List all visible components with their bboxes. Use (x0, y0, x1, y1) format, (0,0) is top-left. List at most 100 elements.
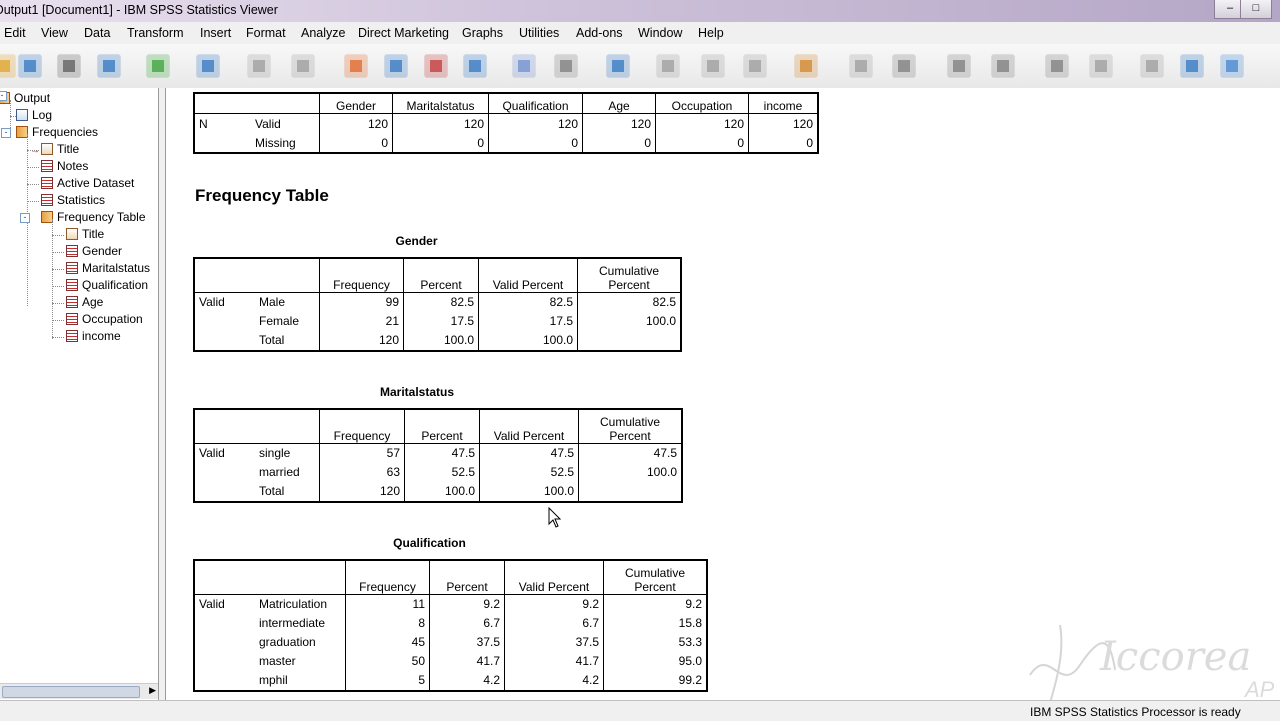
outline-item-gender[interactable]: Gender (66, 244, 122, 258)
insert-title-icon[interactable] (739, 50, 771, 82)
designate-window-icon[interactable] (845, 50, 877, 82)
undo-icon[interactable] (243, 50, 275, 82)
outline-item-age[interactable]: Age (66, 295, 103, 309)
hide-icon[interactable] (1136, 50, 1168, 82)
outline-item-qualification[interactable]: Qualification (66, 278, 148, 292)
outline-item-occupation[interactable]: Occupation (66, 312, 143, 326)
previous-icon[interactable] (888, 50, 920, 82)
frequency-table-heading: Frequency Table (195, 186, 329, 205)
value-labels-icon[interactable] (550, 50, 582, 82)
cell-value: 100.0 (403, 330, 479, 351)
outline-item-output[interactable]: Output (0, 91, 50, 105)
scroll-right-icon[interactable]: ▶ (149, 685, 156, 696)
table-row: N Valid 120 120 120 120 120 120 (194, 113, 818, 133)
col-header-cumulative-percent: Cumulative Percent (603, 560, 707, 595)
stats-col-header: Gender (319, 93, 393, 114)
cum-line2: Percent (608, 277, 650, 292)
outline-item-frequencies[interactable]: Frequencies (16, 125, 98, 139)
outline-item-income[interactable]: income (66, 329, 121, 343)
outline-item-log[interactable]: Log (16, 108, 52, 122)
show-all-variables-icon[interactable] (652, 50, 684, 82)
cell-value: 9.2 (603, 594, 707, 614)
export-icon[interactable] (142, 50, 174, 82)
insert-text-icon[interactable] (790, 50, 822, 82)
outline-item-active-dataset[interactable]: Active Dataset (41, 176, 134, 190)
menu-transform[interactable]: Transform (127, 26, 184, 40)
frequency-table-gender: Frequency Percent Valid Percent Cumulative P… (193, 257, 682, 352)
frequency-table-maritalstatus: Frequency Percent Valid Percent Cumulative P… (193, 408, 683, 503)
insert-cases-icon[interactable] (420, 50, 452, 82)
outline-scrollbar[interactable]: ▶ (0, 683, 158, 699)
outline-item-maritalstatus[interactable]: Maritalstatus (66, 261, 150, 275)
stats-col-header: Occupation (655, 93, 749, 114)
outline-item-statistics[interactable]: Statistics (41, 193, 105, 207)
cell-value: 57 (319, 443, 405, 463)
goto-variable-icon[interactable] (380, 50, 412, 82)
print-icon[interactable] (53, 50, 85, 82)
menu-data[interactable]: Data (84, 26, 110, 40)
outline-item-label: Frequencies (32, 125, 99, 139)
collapse-node-icon[interactable]: - (0, 91, 7, 101)
cell-value: 0 (488, 133, 583, 153)
cell-value (578, 481, 682, 502)
cell-value: 8 (345, 613, 430, 633)
cell-value: 63 (319, 462, 405, 482)
row-label: Total (259, 333, 285, 347)
print-preview-icon[interactable] (93, 50, 125, 82)
outline-item-label: Gender (82, 244, 123, 258)
menu-window[interactable]: Window (638, 26, 682, 40)
menu-direct-marketing[interactable]: Direct Marketing (358, 26, 449, 40)
menu-analyze[interactable]: Analyze (301, 26, 345, 40)
outline-item-title[interactable]: Title (41, 142, 79, 156)
recall-dialog-icon[interactable] (192, 50, 224, 82)
collapse-icon[interactable] (1041, 50, 1073, 82)
cell-value: 41.7 (504, 651, 604, 671)
pane-splitter[interactable] (159, 88, 166, 700)
menu-format[interactable]: Format (246, 26, 286, 40)
menu-help[interactable]: Help (698, 26, 724, 40)
row-label: master (259, 654, 296, 668)
collapse-node-icon[interactable]: - (20, 213, 30, 223)
outline-item-notes[interactable]: Notes (41, 159, 88, 173)
cell-value: 100.0 (577, 311, 681, 331)
menu-add-ons[interactable]: Add-ons (576, 26, 623, 40)
redo-icon[interactable] (287, 50, 319, 82)
table-row: master 50 41.7 41.7 95.0 (194, 651, 707, 671)
outline-item-label: Qualification (82, 278, 149, 292)
statistics-table: Gender Maritalstatus Qualification Age Occup… (193, 92, 819, 154)
scroll-thumb[interactable] (2, 686, 140, 698)
table-row: Valid Male 99 82.5 82.5 82.5 (194, 292, 681, 312)
cell-value: 120 (655, 113, 749, 133)
menu-graphs[interactable]: Graphs (462, 26, 503, 40)
menu-insert[interactable]: Insert (200, 26, 231, 40)
tree-line (52, 252, 64, 253)
goto-case-icon[interactable] (340, 50, 372, 82)
outline-item-label: Age (82, 295, 104, 309)
menu-view[interactable]: View (41, 26, 68, 40)
tree-line (52, 219, 53, 339)
cell-value: 100.0 (578, 462, 682, 482)
show-icon[interactable] (1085, 50, 1117, 82)
save-icon[interactable] (14, 50, 46, 82)
create-edit-icon[interactable] (1216, 50, 1248, 82)
outline-item-frequency-table[interactable]: Frequency Table (41, 210, 146, 224)
cell-value: 47.5 (404, 443, 480, 463)
collapse-node-icon[interactable]: - (1, 128, 11, 138)
maximize-button[interactable]: □ (1240, 0, 1272, 19)
insert-new-icon[interactable] (1176, 50, 1208, 82)
use-sets-icon[interactable] (602, 50, 634, 82)
outline-item-label: Maritalstatus (82, 261, 151, 275)
variables-icon[interactable] (459, 50, 491, 82)
row-label: single (259, 446, 291, 460)
select-cases-icon[interactable] (508, 50, 540, 82)
outline-item-title[interactable]: Title (66, 227, 104, 241)
cell-value: 95.0 (603, 651, 707, 671)
cell-value: 11 (345, 594, 430, 614)
expand-icon[interactable] (987, 50, 1019, 82)
menu-utilities[interactable]: Utilities (519, 26, 559, 40)
insert-heading-icon[interactable] (697, 50, 729, 82)
cell-value: 47.5 (578, 443, 682, 463)
menu-edit[interactable]: Edit (4, 26, 26, 40)
next-icon[interactable] (943, 50, 975, 82)
table-row: graduation 45 37.5 37.5 53.3 (194, 632, 707, 652)
